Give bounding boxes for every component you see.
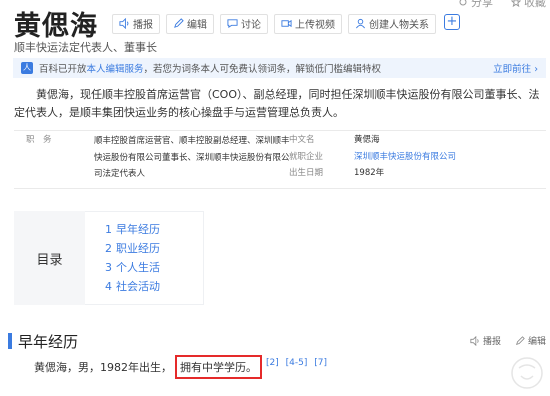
toc-num: 1	[105, 223, 112, 236]
birth-label: 出生日期	[289, 166, 323, 178]
ref-link[interactable]: [7]	[314, 358, 327, 368]
notice-more-link[interactable]: 立即前往 ›	[493, 61, 538, 75]
info-bottom-divider	[14, 188, 546, 189]
top-right-actions: 分享 收藏	[458, 0, 546, 10]
share-action[interactable]: 分享	[458, 0, 493, 10]
section-accent-bar	[8, 333, 12, 349]
toc-label: 个人生活	[116, 261, 160, 274]
title-row: 黄偲海 播报 编辑 讨论 上传视频 创建人物关系 +	[14, 4, 460, 43]
birth-value: 1982年	[354, 166, 384, 178]
favorite-label: 收藏	[524, 0, 546, 9]
relation-icon	[356, 18, 365, 29]
create-relation-label: 创建人物关系	[369, 20, 429, 31]
company-label-text: 就职企业	[289, 151, 324, 162]
star-icon	[511, 0, 521, 7]
create-relation-button[interactable]: 创建人物关系	[348, 13, 436, 34]
birth-text: 1982年	[354, 168, 385, 178]
edit-label: 编辑	[187, 20, 207, 31]
toc-item-personal-life[interactable]: 3 个人生活	[105, 258, 203, 277]
paragraph-text: 黄偲海，男，1982年出生，	[34, 361, 172, 374]
page-subtitle: 顺丰快运法定代表人、董事长	[14, 41, 157, 54]
section-play-label: 播报	[482, 337, 501, 347]
favorite-action[interactable]: 收藏	[511, 0, 546, 10]
pencil-icon	[515, 335, 525, 345]
toc-label: 早年经历	[116, 223, 160, 236]
company-label: 就职企业	[289, 150, 323, 162]
pencil-icon	[174, 18, 184, 28]
play-button[interactable]: 播报	[112, 13, 160, 34]
ref-link[interactable]: [4-5]	[286, 358, 308, 368]
upload-video-label: 上传视频	[295, 20, 335, 31]
toc-num: 4	[105, 280, 112, 293]
section-edit-button[interactable]: 编辑	[515, 334, 546, 347]
cn-name-label-text: 中文名	[289, 135, 315, 145]
position-line-2: 快运股份有限公司董事长、深圳顺丰快运股份有限公	[94, 152, 290, 163]
company-value[interactable]: 深圳顺丰快运股份有限公司	[354, 150, 456, 162]
ref-link[interactable]: [2]	[266, 358, 279, 368]
page-title: 黄偲海	[14, 11, 98, 42]
cn-name-label: 中文名	[289, 133, 315, 145]
toc-num: 3	[105, 261, 112, 274]
position-label: 职 务	[26, 133, 52, 145]
position-value: 顺丰控股首席运营官、顺丰控股副总经理、深圳顺丰 快运股份有限公司董事长、深圳顺丰…	[94, 133, 290, 183]
company-link[interactable]: 深圳顺丰快运股份有限公司	[354, 150, 456, 162]
notice-suffix: ，若您为词条本人可免费认领词条，解锁低门槛编辑特权	[143, 64, 382, 75]
add-button[interactable]: +	[444, 13, 460, 30]
chat-icon	[227, 19, 238, 29]
position-line-1: 顺丰控股首席运营官、顺丰控股副总经理、深圳顺丰	[94, 136, 290, 146]
share-label: 分享	[471, 0, 493, 9]
section-actions: 播报 编辑	[470, 334, 546, 347]
video-icon	[281, 19, 292, 28]
notice-prefix: 百科已开放	[39, 64, 87, 75]
upload-video-button[interactable]: 上传视频	[274, 13, 342, 34]
discuss-button[interactable]: 讨论	[220, 13, 268, 34]
discuss-label: 讨论	[241, 20, 261, 31]
reference-links: [2] [4-5] [7]	[266, 358, 331, 368]
table-of-contents: 目录 1 早年经历 2 职业经历 3 个人生活 4 社会活动	[14, 211, 204, 305]
watermark-logo-icon	[511, 357, 543, 389]
summary-paragraph: 黄偲海，现任顺丰控股首席运营官（COO）、副总经理，同时担任深圳顺丰快运股份有限…	[14, 88, 540, 119]
toc-item-early-life[interactable]: 1 早年经历	[105, 220, 203, 239]
toc-list: 1 早年经历 2 职业经历 3 个人生活 4 社会活动	[85, 211, 204, 305]
highlighted-text: 拥有中学学历。	[175, 355, 262, 379]
cn-name-value: 黄偲海	[354, 133, 380, 145]
user-badge-icon: 人	[21, 62, 33, 74]
cn-name-text: 黄偲海	[354, 135, 380, 145]
notice-bar: 人 百科已开放 本人编辑服务 ，若您为词条本人可免费认领词条，解锁低门槛编辑特权 立…	[13, 58, 546, 78]
speaker-icon	[470, 335, 479, 346]
toc-title: 目录	[14, 211, 85, 305]
edit-button[interactable]: 编辑	[166, 13, 214, 34]
position-line-3: 司法定代表人	[94, 169, 146, 179]
speaker-icon	[119, 18, 129, 29]
notice-link[interactable]: 本人编辑服务	[87, 61, 144, 75]
section-header: 早年经历 播报 编辑	[8, 331, 546, 351]
toc-item-social-activities[interactable]: 4 社会活动	[105, 277, 203, 296]
section-edit-label: 编辑	[527, 337, 546, 347]
toc-label: 职业经历	[116, 242, 160, 255]
section-paragraph: 黄偲海，男，1982年出生， 拥有中学学历。 [2] [4-5] [7]	[34, 355, 331, 379]
section-title: 早年经历	[18, 332, 79, 351]
position-label-text: 职 务	[26, 135, 52, 145]
birth-label-text: 出生日期	[289, 168, 324, 178]
section-play-button[interactable]: 播报	[470, 334, 501, 347]
header-actions: 播报 编辑 讨论 上传视频 创建人物关系 +	[112, 13, 460, 34]
toc-label: 社会活动	[116, 280, 160, 293]
toc-item-career[interactable]: 2 职业经历	[105, 239, 203, 258]
play-label: 播报	[133, 20, 153, 31]
toc-num: 2	[105, 242, 112, 255]
info-top-divider	[14, 130, 546, 131]
